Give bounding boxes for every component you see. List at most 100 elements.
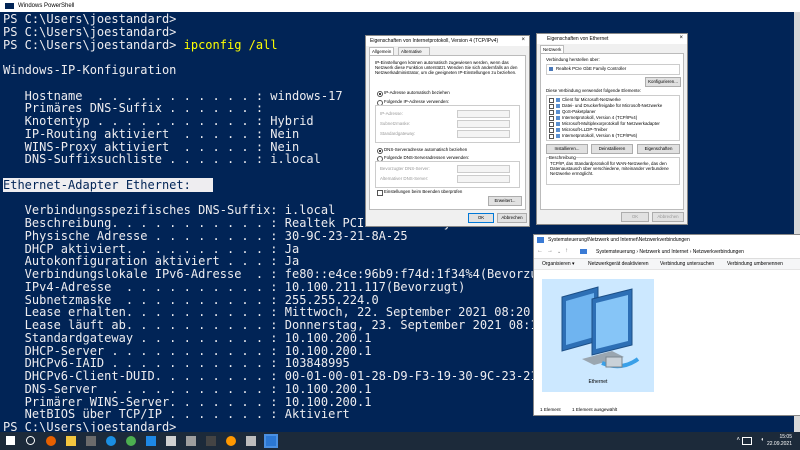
components-list[interactable]: Client für Microsoft-Netzwerke Datei- und… <box>546 95 680 141</box>
network-adapter-icon <box>549 67 553 71</box>
ethernet-network-panel: Verbindung herstellen über: Realtek PCIe… <box>540 53 684 210</box>
network-component-icon <box>556 110 560 114</box>
component-item-label: Internetprotokoll, Version 6 (TCP/IPv6) <box>562 133 638 138</box>
preferred-dns-field[interactable] <box>457 165 510 173</box>
label-items: Diese Verbindung verwendet folgende Elem… <box>546 88 642 93</box>
taskbar: ˄ ◖ 15:05 22.09.2021 <box>0 432 800 450</box>
ethernet-connection-item[interactable]: Ethernet <box>542 279 654 392</box>
ipv4-properties-dialog[interactable]: Eigenschaften von Internetprotokoll, Ver… <box>365 35 530 227</box>
validate-settings-checkbox[interactable] <box>377 190 383 196</box>
radio-ip-auto[interactable] <box>377 91 383 97</box>
powershell-titlebar[interactable]: Windows PowerShell <box>0 0 800 12</box>
network-component-icon <box>556 116 560 120</box>
powershell-taskbar-icon[interactable] <box>264 434 278 448</box>
network-tray-icon[interactable] <box>742 437 752 445</box>
ethernet-item-label: Ethernet <box>588 379 608 385</box>
chrome-icon[interactable] <box>126 436 136 446</box>
close-icon[interactable]: × <box>679 35 683 41</box>
vlc-icon[interactable] <box>226 436 236 446</box>
tab-network[interactable]: Netzwerk <box>540 45 565 53</box>
forward-arrow-icon[interactable]: → <box>547 248 553 254</box>
radio-ip-auto-label: IP-Adresse automatisch beziehen <box>384 90 450 95</box>
search-icon[interactable] <box>26 436 35 445</box>
network-connections-window[interactable]: Systemsteuerung\Netzwerk und Internet\Ne… <box>533 234 800 416</box>
description-heading: Beschreibung <box>549 155 576 161</box>
subnet-mask-field[interactable] <box>457 120 510 128</box>
organize-button[interactable]: Organisieren ▾ <box>542 261 575 267</box>
cancel-button[interactable]: Abbrechen <box>652 212 684 222</box>
radio-dns-manual-label: Folgende DNS-Serveradressen verwenden: <box>384 155 470 160</box>
network-connection-icon <box>561 286 640 369</box>
tab-alternative-config[interactable]: Alternative Konfiguration <box>398 47 430 61</box>
adapter-box: Realtek PCIe GbE Family Controller <box>546 64 680 75</box>
ok-button[interactable]: OK <box>468 213 494 223</box>
gear-icon[interactable] <box>246 436 256 446</box>
ipv4-dialog-titlebar[interactable]: Eigenschaften von Internetprotokoll, Ver… <box>366 36 529 46</box>
terminal-icon[interactable] <box>86 436 96 446</box>
ok-button[interactable]: OK <box>621 212 649 222</box>
file-explorer-icon[interactable] <box>66 436 76 446</box>
back-arrow-icon[interactable]: ← <box>537 248 543 254</box>
console-command: ipconfig /all <box>183 37 278 52</box>
status-selected-count: 1 Element ausgewählt <box>572 407 618 412</box>
ethernet-dialog-title: Eigenschaften von Ethernet <box>547 36 609 42</box>
chevron-down-icon[interactable]: ⌄ <box>557 249 561 255</box>
console-text: Windows-IP-Konfiguration <box>3 63 177 77</box>
component-item[interactable]: Internetprotokoll, Version 6 (TCP/IPv6) <box>549 133 675 139</box>
uninstall-button[interactable]: Deinstallieren <box>591 144 633 154</box>
diagnose-connection-button[interactable]: Verbindung untersuchen <box>660 261 714 267</box>
store-icon[interactable] <box>166 436 176 446</box>
console-text: PS C:\Users\joestandard> <box>3 37 184 52</box>
ipv4-general-panel: IP-Einstellungen können automatisch zuge… <box>369 55 526 210</box>
command-bar: Organisieren ▾ Netzwerkgerät deaktiviere… <box>534 259 800 270</box>
powershell-icon <box>5 3 14 9</box>
address-bar[interactable]: ← → ⌄ ↑ Systemsteuerung › Netzwerk und I… <box>534 246 800 259</box>
up-arrow-icon[interactable]: ↑ <box>565 248 568 254</box>
checkbox-checked-icon[interactable] <box>549 134 554 139</box>
windows-start-icon[interactable] <box>6 436 15 445</box>
ethernet-dialog-titlebar[interactable]: Eigenschaften von Ethernet × <box>537 34 687 44</box>
rename-connection-button[interactable]: Verbindung umbenennen <box>727 261 783 267</box>
validate-settings-label: Einstellungen beim Beenden überprüfen <box>384 189 463 194</box>
alternate-dns-field[interactable] <box>457 175 510 183</box>
configure-button[interactable]: Konfigurieren... <box>645 77 681 87</box>
network-component-icon <box>556 134 560 138</box>
console-text: DNS-Suffixsuchliste . . . . . . : i.loca… <box>3 152 321 167</box>
network-component-icon <box>556 104 560 108</box>
explorer-titlebar[interactable]: Systemsteuerung\Netzwerk und Internet\Ne… <box>534 235 800 245</box>
clock-time: 15:05 <box>779 434 792 440</box>
breadcrumb-systemsteuerung[interactable]: Systemsteuerung <box>596 249 635 255</box>
install-button[interactable]: Installieren... <box>546 144 588 154</box>
console-selection: Ethernet-Adapter Ethernet: <box>3 177 213 192</box>
radio-ip-manual-label: Folgende IP-Adresse verwenden: <box>384 99 450 104</box>
status-bar: 1 Element 1 Element ausgewählt <box>534 406 800 415</box>
breadcrumb-netzwerk-internet[interactable]: Netzwerk und Internet <box>639 249 688 255</box>
ethernet-properties-dialog[interactable]: Eigenschaften von Ethernet × Netzwerk Ve… <box>536 33 688 225</box>
label-ip-address: IP-Adresse: <box>380 111 403 116</box>
taskbar-clock[interactable]: 15:05 22.09.2021 <box>767 434 792 447</box>
control-panel-icon <box>580 249 587 254</box>
label-subnet-mask: Subnetzmaske: <box>380 121 411 126</box>
tab-general[interactable]: Allgemein <box>369 47 395 55</box>
firefox-icon[interactable] <box>46 436 56 446</box>
radio-dns-auto[interactable] <box>377 148 383 154</box>
description-line-3: Netzwerke ermöglicht. <box>550 171 594 176</box>
gateway-field[interactable] <box>457 130 510 138</box>
advanced-button[interactable]: Erweitert... <box>488 196 522 206</box>
close-icon[interactable]: × <box>521 37 525 43</box>
vscode-icon[interactable] <box>146 436 156 446</box>
cancel-button[interactable]: Abbrechen <box>497 213 527 223</box>
properties-button[interactable]: Eigenschaften <box>637 144 680 154</box>
ipv4-dialog-title: Eigenschaften von Internetprotokoll, Ver… <box>370 38 499 44</box>
tray-arrow-icon[interactable]: ˄ <box>736 437 740 443</box>
volume-icon[interactable]: ◖ <box>760 437 764 443</box>
disable-device-button[interactable]: Netzwerkgerät deaktivieren <box>588 261 649 267</box>
app-icon[interactable] <box>186 436 196 446</box>
clock-date: 22.09.2021 <box>766 440 792 447</box>
ip-address-field[interactable] <box>457 110 510 118</box>
breadcrumb-netzwerkverbindungen[interactable]: Netzwerkverbindungen <box>693 249 744 255</box>
adapter-name: Realtek PCIe GbE Family Controller <box>556 66 627 71</box>
network-component-icon <box>556 98 560 102</box>
cmd-icon[interactable] <box>206 436 216 446</box>
edge-icon[interactable] <box>106 436 116 446</box>
